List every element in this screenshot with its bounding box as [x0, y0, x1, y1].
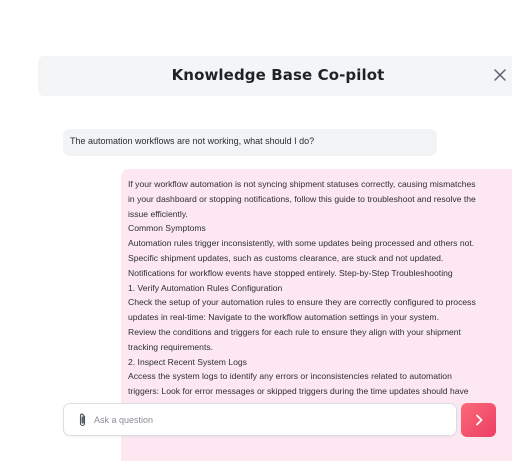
assistant-line: triggers: Look for error messages or ski… [128, 386, 469, 397]
assistant-line: Check the setup of your automation rules… [128, 297, 476, 308]
assistant-line: tracking requirements. [128, 341, 214, 352]
assistant-line: Notifications for workflow events have s… [128, 267, 453, 278]
close-icon [494, 69, 506, 81]
assistant-line: in your dashboard or stopping notificati… [128, 193, 476, 204]
assistant-line: issue efficiently. [128, 208, 188, 219]
send-button[interactable] [461, 403, 496, 437]
assistant-line: 1. Verify Automation Rules Configuration [128, 282, 283, 293]
question-composer [63, 403, 457, 436]
assistant-line: Common Symptoms [128, 223, 206, 234]
assistant-line: Review the conditions and triggers for e… [128, 326, 461, 337]
assistant-line: Access the system logs to identify any e… [128, 371, 452, 382]
panel-header: Knowledge Base Co-pilot [38, 56, 512, 96]
assistant-line: Automation rules trigger inconsistently,… [128, 238, 475, 249]
assistant-line: 2. Inspect Recent System Logs [128, 356, 247, 367]
assistant-line: updates in real-time: Navigate to the wo… [128, 312, 439, 323]
paperclip-icon[interactable] [76, 412, 90, 428]
question-input[interactable] [94, 410, 434, 430]
close-button[interactable] [492, 67, 508, 83]
assistant-line: Specific shipment updates, such as custo… [128, 252, 444, 263]
chevron-right-icon [476, 414, 483, 426]
assistant-line: If your workflow automation is not synci… [128, 179, 476, 189]
panel-title: Knowledge Base Co-pilot [171, 66, 385, 84]
user-message: The automation workflows are not working… [63, 129, 437, 156]
copilot-panel: Knowledge Base Co-pilot The automation w… [0, 0, 512, 461]
